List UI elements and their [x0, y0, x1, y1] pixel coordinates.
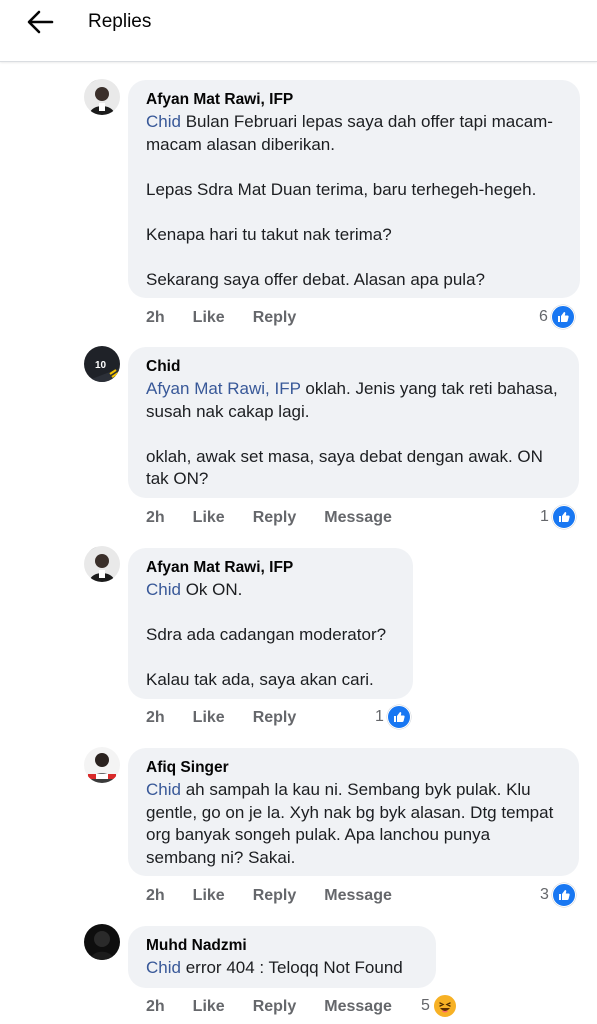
like-button[interactable]: Like [193, 509, 225, 531]
reaction-count: 5 [421, 997, 430, 1014]
comment-paragraph: oklah, awak set masa, saya debat dengan … [146, 446, 543, 489]
comment-paragraph: ah sampah la kau ni. Sembang byk pulak. … [146, 780, 554, 867]
comment-paragraph: Ok ON. [185, 580, 243, 599]
comment-timestamp: 2h [146, 887, 165, 904]
comment-author[interactable]: Afiq Singer [146, 757, 561, 779]
header-bar: Replies [0, 0, 597, 62]
comment-paragraph: Kalau tak ada, saya akan cari. [146, 670, 374, 689]
comment-bubble[interactable]: Afiq Singer Chid ah sampah la kau ni. Se… [128, 748, 579, 876]
mention-link[interactable]: Chid [146, 112, 181, 131]
comment-paragraph: Kenapa hari tu takut nak terima? [146, 224, 392, 244]
message-button[interactable]: Message [324, 887, 392, 909]
comment-author[interactable]: Chid [146, 356, 561, 378]
mention-link[interactable]: Chid [146, 580, 181, 599]
comment-actions: 2h Like Reply Message [146, 998, 420, 1020]
message-button[interactable]: Message [324, 509, 392, 531]
comment-author[interactable]: Muhd Nadzmi [146, 935, 418, 957]
like-reaction-icon [551, 505, 576, 529]
like-button[interactable]: Like [193, 709, 225, 731]
comment-text: Chid error 404 : Teloqq Not Found [146, 957, 418, 980]
avatar[interactable]: 10 [84, 346, 120, 382]
comment-author[interactable]: Afyan Mat Rawi, IFP [146, 89, 562, 111]
avatar[interactable] [84, 747, 120, 783]
comment-timestamp: 2h [146, 309, 165, 326]
reaction-count: 1 [540, 508, 549, 525]
reaction-count: 1 [375, 708, 384, 725]
comment-text: Chid Ok ON. Sdra ada cadangan moderator?… [146, 579, 395, 692]
reply-button[interactable]: Reply [253, 309, 297, 331]
comment-bubble[interactable]: Afyan Mat Rawi, IFP Chid Bulan Februari … [128, 80, 580, 298]
back-arrow-icon[interactable] [24, 8, 56, 36]
comment-timestamp: 2h [146, 998, 165, 1015]
comment-bubble[interactable]: Afyan Mat Rawi, IFP Chid Ok ON. Sdra ada… [128, 548, 413, 699]
mention-link[interactable]: Chid [146, 780, 181, 799]
comment-actions: 2h Like Reply Message [146, 509, 420, 531]
comment-bubble[interactable]: Muhd Nadzmi Chid error 404 : Teloqq Not … [128, 926, 436, 988]
reaction-summary[interactable]: 6 [539, 305, 575, 329]
reaction-count: 6 [539, 308, 548, 325]
comment-bubble[interactable]: Chid Afyan Mat Rawi, IFP oklah. Jenis ya… [128, 347, 579, 498]
reaction-count: 3 [540, 886, 549, 903]
avatar[interactable] [84, 79, 120, 115]
avatar[interactable] [84, 924, 120, 960]
mention-link[interactable]: Chid [146, 958, 181, 977]
comment-actions: 2h Like Reply [146, 309, 324, 331]
comment-paragraph: Lepas Sdra Mat Duan terima, baru terhege… [146, 179, 537, 199]
like-button[interactable]: Like [193, 998, 225, 1020]
reaction-summary[interactable]: 5 [421, 994, 457, 1018]
comment-timestamp: 2h [146, 709, 165, 726]
like-button[interactable]: Like [193, 887, 225, 909]
reply-button[interactable]: Reply [253, 509, 297, 531]
reaction-summary[interactable]: 1 [540, 505, 576, 529]
mention-link[interactable]: Afyan Mat Rawi, IFP [146, 379, 301, 398]
like-reaction-icon [551, 883, 576, 907]
avatar-number: 10 [95, 360, 107, 371]
comment-paragraph: error 404 : Teloqq Not Found [185, 958, 403, 977]
message-button[interactable]: Message [324, 998, 392, 1020]
comment-paragraph: Sekarang saya offer debat. Alasan apa pu… [146, 269, 485, 289]
comment-paragraph: Bulan Februari lepas saya dah offer tapi… [146, 112, 553, 154]
comment-text: Chid ah sampah la kau ni. Sembang byk pu… [146, 779, 561, 869]
comment-actions: 2h Like Reply [146, 709, 324, 731]
like-button[interactable]: Like [193, 309, 225, 331]
like-reaction-icon [386, 705, 411, 729]
like-reaction-icon [550, 305, 575, 329]
comment-text: Afyan Mat Rawi, IFP oklah. Jenis yang ta… [146, 378, 561, 491]
comment-actions: 2h Like Reply Message [146, 887, 420, 909]
reaction-summary[interactable]: 3 [540, 883, 576, 907]
reply-button[interactable]: Reply [253, 998, 297, 1020]
comment-timestamp: 2h [146, 509, 165, 526]
comment-author[interactable]: Afyan Mat Rawi, IFP [146, 557, 395, 579]
comment-text: Chid Bulan Februari lepas saya dah offer… [146, 111, 562, 291]
page-title: Replies [88, 11, 152, 32]
reaction-summary[interactable]: 1 [375, 705, 411, 729]
reply-button[interactable]: Reply [253, 709, 297, 731]
avatar[interactable] [84, 546, 120, 582]
comment-paragraph: Sdra ada cadangan moderator? [146, 625, 387, 644]
haha-reaction-icon [432, 994, 457, 1018]
reply-button[interactable]: Reply [253, 887, 297, 909]
